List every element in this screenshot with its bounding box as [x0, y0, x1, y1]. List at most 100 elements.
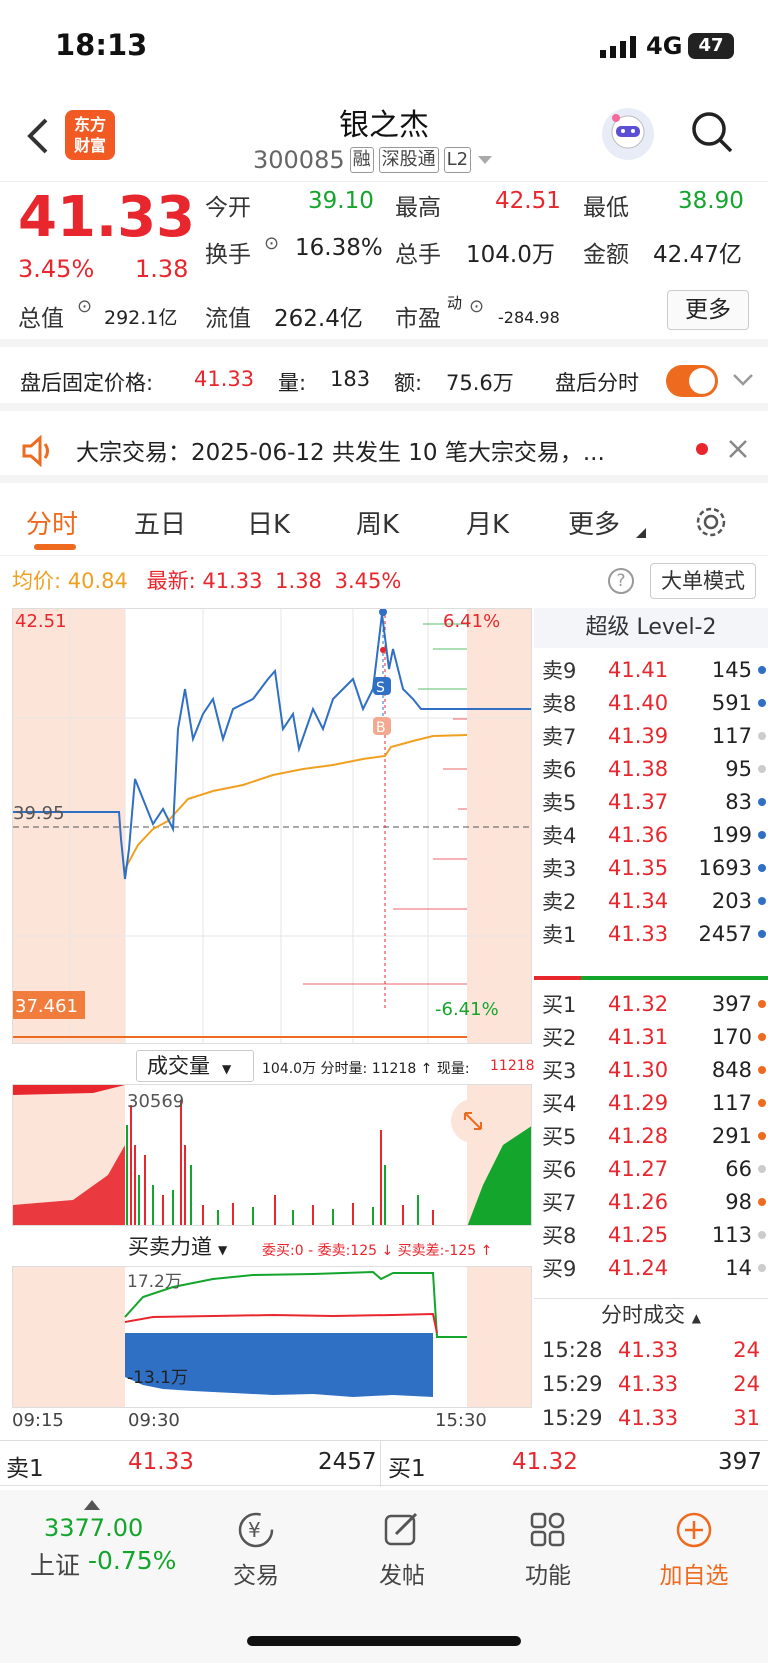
flow-top-label: 17.2万	[127, 1272, 182, 1292]
bid-row[interactable]: 买4 41.29 117	[542, 1085, 768, 1120]
ask-row[interactable]: 卖6 41.38 95	[542, 751, 768, 786]
volume-selector[interactable]: 成交量 ▼	[136, 1050, 254, 1082]
bid-row[interactable]: 买7 41.26 98	[542, 1184, 768, 1219]
best-sell-label: 卖1	[6, 1456, 44, 1482]
pct-top-label: 6.41%	[443, 611, 500, 632]
ask-volume: 145	[711, 657, 752, 682]
ask-row[interactable]: 卖3 41.35 1693	[542, 850, 768, 885]
search-icon[interactable]	[690, 110, 734, 154]
nav-features[interactable]: 功能	[498, 1510, 598, 1590]
unread-dot	[696, 443, 708, 455]
ask-dot	[758, 830, 766, 839]
volume-peak-label: 30569	[127, 1091, 184, 1112]
tab-fenshi[interactable]: 分时	[26, 504, 78, 541]
flow-chart[interactable]: 17.2万 -13.1万	[12, 1266, 532, 1408]
tag-connect: 深股通	[378, 147, 439, 173]
more-button[interactable]: 更多	[667, 290, 749, 330]
bid-price: 41.30	[608, 1057, 669, 1082]
nav-trade[interactable]: ¥ 交易	[206, 1510, 306, 1590]
trades-title[interactable]: 分时成交 ▲	[534, 1298, 768, 1332]
ask-row[interactable]: 卖8 41.40 591	[542, 685, 768, 720]
tab-month-k[interactable]: 月K	[466, 504, 509, 541]
bid-row[interactable]: 买6 41.27 66	[542, 1151, 768, 1186]
help-icon[interactable]: ?	[608, 568, 634, 594]
bid-label: 买4	[542, 1091, 577, 1116]
trade-time: 15:29	[542, 1405, 603, 1430]
stock-code-line[interactable]: 300085 融 深股通 L2	[253, 146, 494, 174]
ask-dot	[758, 665, 766, 674]
bid-dot	[758, 1032, 766, 1041]
low-value: 38.90	[678, 188, 744, 214]
gear-icon[interactable]	[693, 504, 729, 540]
bid-row[interactable]: 买9 41.24 14	[542, 1250, 768, 1285]
avg-price-line: 均价: 40.84 最新: 41.33 1.38 3.45%	[12, 565, 401, 595]
assistant-avatar-icon[interactable]	[602, 108, 654, 160]
flow-chart-svg: 17.2万 -13.1万	[13, 1267, 531, 1407]
sell-marker: S	[376, 680, 385, 696]
ask-row[interactable]: 卖2 41.34 203	[542, 883, 768, 918]
best-sell-vol: 2457	[318, 1449, 377, 1475]
flow-info: 委买:0 - 委卖:125 ↓ 买卖差:-125 ↑	[262, 1243, 493, 1259]
ask-dot	[758, 863, 766, 872]
ask-row[interactable]: 卖5 41.37 83	[542, 784, 768, 819]
pe-value: -284.98	[498, 308, 560, 327]
volume-chart[interactable]: 30569	[12, 1084, 532, 1226]
nav-add-watchlist[interactable]: 加自选	[644, 1510, 744, 1590]
bid-row[interactable]: 买3 41.30 848	[542, 1052, 768, 1087]
bid-dot	[758, 999, 766, 1008]
turnover-label: 换手	[205, 242, 251, 268]
nav-post[interactable]: 发帖	[352, 1510, 452, 1590]
index-value[interactable]: 3377.00	[44, 1514, 143, 1542]
bid-volume: 113	[711, 1222, 752, 1247]
bid-label: 买9	[542, 1256, 577, 1281]
ask-dot	[758, 764, 766, 773]
ask-label: 卖4	[542, 823, 577, 848]
ask-volume: 199	[711, 822, 752, 847]
volume-bars	[126, 1100, 434, 1225]
bid-volume: 170	[711, 1024, 752, 1049]
bid-dot	[758, 1197, 766, 1206]
tab-five-day[interactable]: 五日	[134, 504, 186, 541]
high-label: 最高	[395, 195, 441, 221]
chevron-down-icon[interactable]	[732, 373, 754, 387]
change-amount: 1.38	[135, 255, 189, 283]
book-divider	[534, 976, 768, 980]
after-hours-toggle[interactable]	[666, 365, 718, 397]
tab-more[interactable]: 更多	[568, 504, 620, 541]
avg-label: 均价:	[12, 569, 62, 593]
chevron-down-icon[interactable]	[476, 154, 494, 166]
info-icon[interactable]: ⊙	[264, 233, 279, 254]
info-icon[interactable]: ⊙	[77, 296, 92, 317]
ask-row[interactable]: 卖4 41.36 199	[542, 817, 768, 852]
notice-bar[interactable]: 大宗交易：2025-06-12 共发生 10 笔大宗交易，...	[0, 419, 768, 483]
time-label-open: 09:30	[128, 1410, 180, 1431]
bid-row[interactable]: 买5 41.28 291	[542, 1118, 768, 1153]
pct-bottom-label: -6.41%	[435, 999, 499, 1020]
bid-row[interactable]: 买2 41.31 170	[542, 1019, 768, 1054]
best-buy-label: 买1	[388, 1456, 426, 1482]
flow-header: 买卖力道 ▼ 委买:0 - 委卖:125 ↓ 买卖差:-125 ↑	[12, 1230, 532, 1266]
big-order-mode-button[interactable]: 大单模式	[650, 563, 756, 599]
ask-label: 卖2	[542, 889, 577, 914]
level2-title[interactable]: 超级 Level-2	[534, 608, 768, 648]
tab-indicator	[34, 544, 76, 550]
bid-row[interactable]: 买1 41.32 397	[542, 986, 768, 1021]
close-icon[interactable]	[728, 439, 748, 459]
index-name[interactable]: 上证	[30, 1546, 80, 1582]
signal-icon	[600, 36, 636, 58]
bid-volume: 117	[711, 1090, 752, 1115]
tab-week-k[interactable]: 周K	[356, 504, 399, 541]
bid-row[interactable]: 买8 41.25 113	[542, 1217, 768, 1252]
ask-row[interactable]: 卖1 41.33 2457	[542, 916, 768, 951]
info-icon[interactable]: ⊙	[469, 296, 484, 317]
intraday-chart-svg: S B 42.51 39.95 37.461 6.41% -6.41%	[13, 609, 531, 1043]
ask-row[interactable]: 卖7 41.39 117	[542, 718, 768, 753]
index-pct[interactable]: -0.75%	[88, 1546, 176, 1575]
tab-day-k[interactable]: 日K	[247, 504, 290, 541]
ask-row[interactable]: 卖9 41.41 145	[542, 652, 768, 687]
trade-price: 41.33	[618, 1405, 679, 1430]
chart-tabs: 分时 五日 日K 周K 月K 更多	[0, 492, 768, 556]
intraday-chart[interactable]: S B 42.51 39.95 37.461 6.41% -6.41%	[12, 608, 532, 1044]
ask-price: 41.41	[608, 657, 669, 682]
flow-selector[interactable]: 买卖力道 ▼	[128, 1232, 258, 1264]
